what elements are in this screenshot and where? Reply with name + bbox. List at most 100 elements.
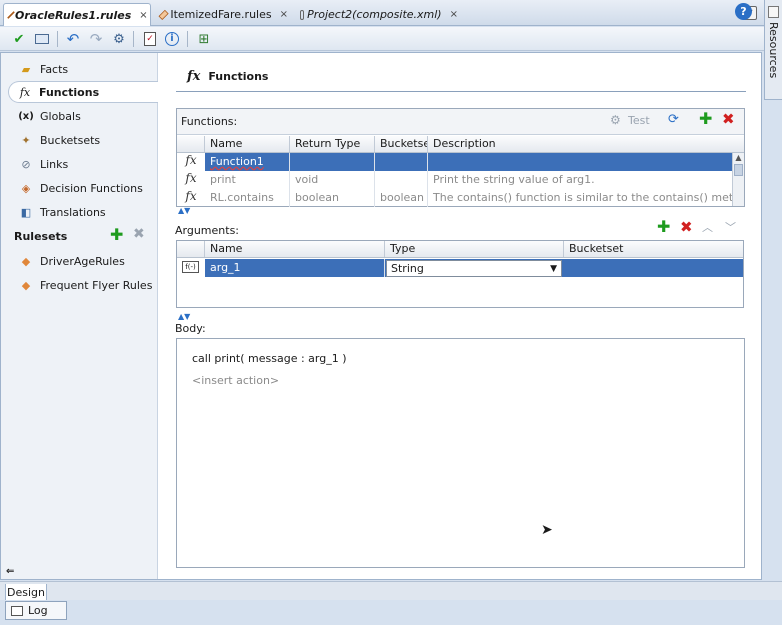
tab-label: ItemizedFare.rules: [170, 8, 272, 21]
argument-name-cell[interactable]: arg_1: [205, 259, 385, 277]
return-type-cell[interactable]: [290, 153, 375, 171]
tab-project2-composite[interactable]: Project2(composite.xml) ×: [294, 3, 464, 26]
argument-bucketset-cell[interactable]: [564, 259, 743, 277]
panel-splitter-icon[interactable]: ▲▼: [178, 206, 190, 215]
tab-itemizedfare[interactable]: ItemizedFare.rules ×: [154, 3, 294, 26]
table-row[interactable]: print void Print the string value of arg…: [205, 171, 732, 189]
description-cell[interactable]: Print the string value of arg1.: [428, 171, 732, 189]
nav-item-label: DriverAgeRules: [40, 254, 125, 268]
arguments-label: Arguments:: [175, 224, 240, 237]
nav-item-label: Frequent Flyer Rules: [40, 278, 153, 292]
bucketsets-icon: ✦: [21, 133, 31, 147]
redo-icon[interactable]: ↷: [87, 30, 105, 48]
table-row[interactable]: RL.contains boolean boolean The contains…: [205, 189, 732, 207]
x-icon: ✖: [133, 226, 145, 242]
add-argument-button[interactable]: ✚: [657, 217, 670, 236]
return-type-cell[interactable]: boolean: [290, 189, 375, 207]
table-row[interactable]: Function1: [205, 153, 732, 171]
nav-item-facts[interactable]: ▰ Facts: [18, 58, 68, 80]
insert-action-placeholder[interactable]: <insert action>: [192, 374, 279, 387]
functions-scrollbar[interactable]: ▲: [732, 153, 744, 206]
body-action-line[interactable]: call print( message : arg_1 ): [192, 352, 347, 365]
checklist-icon[interactable]: ✓: [141, 30, 159, 48]
tab-oraclerules1[interactable]: OracleRules1.rules ×: [3, 3, 151, 26]
close-icon[interactable]: ×: [450, 9, 458, 20]
toolbar-separator: [187, 31, 188, 47]
page-title: fx Functions: [187, 69, 268, 84]
nav-item-links[interactable]: ⊘ Links: [18, 153, 68, 175]
chevron-up-icon: ︿: [702, 221, 713, 234]
column-header-arg-name[interactable]: Name: [205, 241, 385, 257]
bucketset-cell[interactable]: [375, 153, 428, 171]
bottom-dock: [0, 600, 782, 625]
panel-splitter-icon[interactable]: ▲▼: [178, 312, 190, 321]
nav-item-functions[interactable]: fx Functions: [8, 81, 158, 103]
composite-icon: [300, 9, 305, 20]
nav-item-globals[interactable]: (x) Globals: [18, 105, 81, 127]
fx-icon: fx: [187, 69, 201, 84]
column-header-name[interactable]: Name: [205, 136, 290, 152]
functions-label: Functions:: [181, 115, 238, 128]
column-header-return-type[interactable]: Return Type: [290, 136, 375, 152]
return-type-cell[interactable]: void: [290, 171, 375, 189]
column-header-description[interactable]: Description: [428, 136, 732, 152]
globals-icon: (x): [18, 110, 34, 122]
translations-icon: ◧: [20, 205, 32, 219]
description-cell[interactable]: [428, 153, 732, 171]
delete-argument-button[interactable]: ✖: [680, 218, 693, 236]
function-name-cell[interactable]: RL.contains: [205, 189, 290, 207]
ruleset-diamond-icon: ◆: [21, 278, 31, 292]
move-up-button[interactable]: ︿: [702, 219, 713, 235]
nav-item-translations[interactable]: ◧ Translations: [18, 201, 106, 223]
column-header-arg-bucketset[interactable]: Bucketset: [564, 241, 743, 257]
resources-icon: [768, 6, 779, 18]
collapse-navigator-icon[interactable]: ⇐: [6, 566, 14, 577]
test-function-button[interactable]: Test: [628, 114, 650, 127]
help-button[interactable]: ?: [735, 3, 752, 20]
nav-item-decision-functions[interactable]: ◈ Decision Functions: [18, 177, 143, 199]
info-icon[interactable]: i: [163, 30, 181, 48]
scroll-up-icon[interactable]: ▲: [733, 153, 744, 162]
move-down-button[interactable]: ﹀: [725, 219, 736, 235]
test-icon[interactable]: ⚙: [110, 30, 128, 48]
chevron-down-icon: ﹀: [725, 221, 736, 234]
rulesets-heading: Rulesets: [14, 230, 68, 243]
mouse-cursor-icon: ➤: [541, 522, 553, 538]
deploy-icon[interactable]: ⊞: [195, 30, 213, 48]
page-title-text: Functions: [208, 70, 269, 83]
delete-function-button[interactable]: ✖: [722, 110, 735, 128]
validate-check-icon[interactable]: ✔: [10, 30, 28, 48]
tab-label: OracleRules1.rules: [15, 8, 132, 22]
ruleset-item-frequent-flyer-rules[interactable]: ◆ Frequent Flyer Rules: [18, 274, 153, 296]
nav-item-bucketsets[interactable]: ✦ Bucketsets: [18, 129, 100, 151]
bucketset-cell[interactable]: boolean: [375, 189, 428, 207]
argument-type-select[interactable]: String ▼: [386, 260, 562, 277]
bucketset-cell[interactable]: [375, 171, 428, 189]
close-icon[interactable]: ×: [139, 10, 147, 21]
nav-item-label: Links: [40, 157, 69, 171]
close-icon[interactable]: ×: [280, 9, 288, 20]
column-header-type[interactable]: Type: [385, 241, 564, 257]
resources-side-tab[interactable]: Resources: [764, 0, 782, 100]
add-ruleset-button[interactable]: ✚: [110, 225, 123, 244]
fx-icon: fx: [19, 85, 31, 99]
column-header-bucketset[interactable]: Bucketse: [375, 136, 428, 152]
add-function-button[interactable]: ✚: [699, 109, 712, 128]
body-editor[interactable]: [176, 338, 745, 568]
function-name-cell[interactable]: print: [205, 171, 290, 189]
undo-icon[interactable]: ↶: [64, 30, 82, 48]
x-icon: ✖: [680, 218, 693, 236]
book-icon[interactable]: [33, 30, 51, 48]
nav-item-label: Bucketsets: [40, 133, 101, 147]
plus-icon: ✚: [699, 109, 713, 128]
tab-log[interactable]: Log: [5, 601, 67, 620]
scroll-thumb[interactable]: [734, 164, 743, 176]
description-cell[interactable]: The contains() function is similar to th…: [428, 189, 732, 207]
function-name-cell[interactable]: Function1: [205, 153, 290, 171]
ruleset-item-driveragerules[interactable]: ◆ DriverAgeRules: [18, 250, 125, 272]
delete-ruleset-button[interactable]: ✖: [133, 226, 145, 242]
table-row[interactable]: arg_1 String ▼: [205, 259, 743, 277]
tab-design[interactable]: Design: [5, 584, 47, 601]
refresh-icon[interactable]: ⟳: [668, 112, 679, 127]
function-name-text: Function1: [210, 155, 264, 168]
